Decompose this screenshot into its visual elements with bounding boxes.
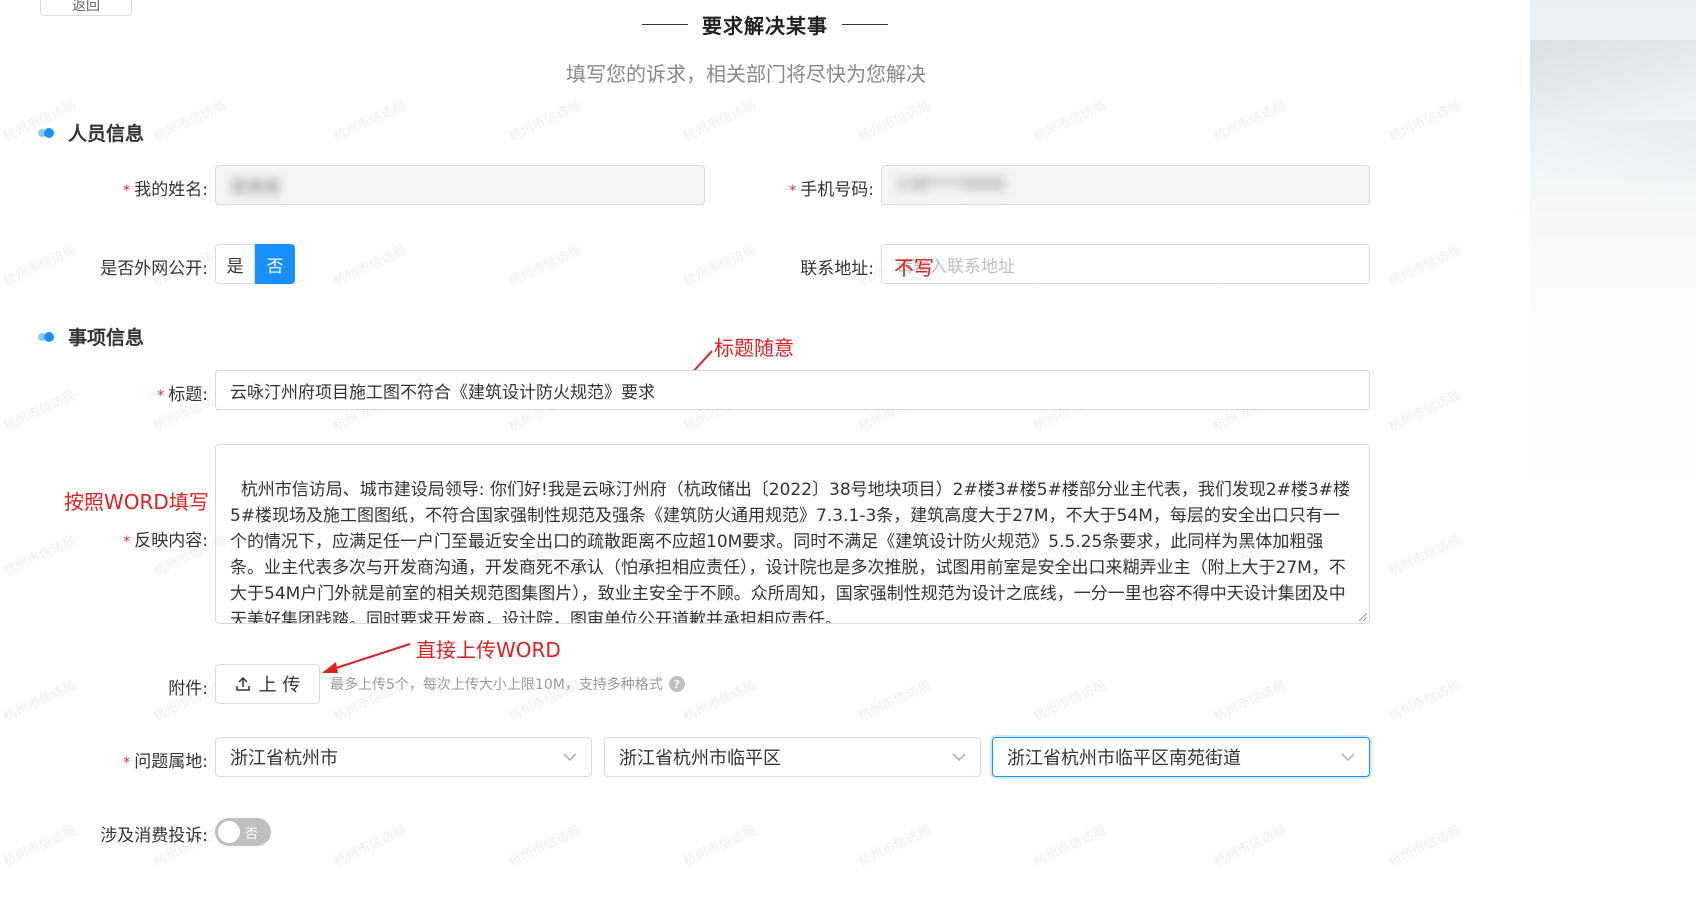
location-district-select[interactable]: 浙江省杭州市临平区 (604, 737, 981, 777)
watermark-text: 杭州市信访局 (1211, 823, 1289, 870)
watermark-text: 杭州市信访局 (1386, 678, 1464, 725)
watermark-text: 杭州市信访局 (681, 98, 759, 145)
annotation-arrow-upload (322, 643, 411, 673)
phone-value: 138****0000 (896, 175, 1006, 195)
annotation-title-note: 标题随意 (714, 336, 794, 360)
watermark-text: 杭州市信访局 (1031, 823, 1109, 870)
watermark-text: 杭州市信访局 (1386, 533, 1464, 580)
location-district-value: 浙江省杭州市临平区 (619, 748, 781, 769)
watermark-text: 杭州市信访局 (1211, 678, 1289, 725)
content-value: 杭州市信访局、城市建设局领导: 你们好!我是云咏汀州府（杭政储出〔2022〕38… (230, 480, 1350, 624)
annotation-address-note: 不写 (894, 256, 934, 280)
title-right-line (842, 23, 888, 25)
chevron-down-icon (563, 753, 577, 762)
annotation-content-note: 按照WORD填写 (64, 490, 209, 514)
upload-icon (235, 676, 250, 691)
location-city-select[interactable]: 浙江省杭州市 (215, 737, 592, 777)
required-marker: * (789, 183, 797, 199)
location-city-value: 浙江省杭州市 (230, 748, 338, 769)
title-value: 云咏汀州府项目施工图不符合《建筑设计防火规范》要求 (230, 382, 655, 403)
watermark-text: 杭州市信访局 (856, 678, 934, 725)
decorative-background-strip (1530, 0, 1696, 919)
section-matter-info: 事项信息 (38, 323, 144, 350)
name-label-text: 我的姓名: (134, 180, 208, 200)
watermark-text: 杭州市信访局 (681, 678, 759, 725)
title-label-text: 标题: (168, 385, 208, 405)
watermark-text: 杭州市信访局 (1386, 243, 1464, 290)
attachment-label: 附件: (168, 679, 208, 699)
watermark-text: 杭州市信访局 (331, 823, 409, 870)
required-marker: * (123, 183, 131, 199)
required-marker: * (123, 755, 131, 771)
content-label: * 反映内容: (8, 526, 208, 551)
annotation-upload-note: 直接上传WORD (416, 638, 561, 662)
section-personal-info: 人员信息 (38, 119, 144, 146)
location-label: * 问题属地: (8, 747, 208, 772)
name-field[interactable]: 某某某 (215, 165, 705, 205)
location-label-text: 问题属地: (134, 752, 208, 772)
phone-label-text: 手机号码: (800, 180, 874, 200)
section-title: 人员信息 (68, 123, 145, 145)
title-input[interactable]: 云咏汀州府项目施工图不符合《建筑设计防火规范》要求 (215, 370, 1370, 410)
watermark-text: 杭州市信访局 (506, 823, 584, 870)
back-button[interactable]: 返回 (40, 0, 132, 16)
upload-button-label: 上 传 (258, 675, 301, 696)
public-label: 是否外网公开: (100, 259, 208, 279)
watermark-text: 杭州市信访局 (1211, 98, 1289, 145)
public-segmented-control: 是 否 (215, 244, 295, 284)
required-marker: * (123, 534, 131, 550)
name-value: 某某某 (230, 177, 281, 198)
consumer-switch[interactable]: 否 (215, 818, 271, 846)
page-title-row: 要求解决某事 (636, 8, 894, 40)
location-street-select[interactable]: 浙江省杭州市临平区南苑街道 (992, 737, 1370, 777)
watermark-text: 杭州市信访局 (1386, 98, 1464, 145)
page-title: 要求解决某事 (702, 13, 828, 38)
public-option-yes[interactable]: 是 (215, 244, 255, 284)
section-dot-icon (38, 331, 58, 343)
phone-label: * 手机号码: (674, 175, 874, 200)
chevron-down-icon (952, 753, 966, 762)
upload-button[interactable]: 上 传 (215, 664, 320, 704)
address-input[interactable]: 请输入联系地址 (881, 244, 1370, 284)
address-label: 联系地址: (800, 259, 874, 279)
watermark-text: 杭州市信访局 (681, 823, 759, 870)
watermark-text: 杭州市信访局 (856, 98, 934, 145)
title-label: * 标题: (8, 380, 208, 405)
help-icon[interactable]: ? (668, 676, 685, 692)
watermark-text: 杭州市信访局 (856, 823, 934, 870)
page-subtitle: 填写您的诉求，相关部门将尽快为您解决 (566, 62, 926, 86)
watermark-text: 杭州市信访局 (331, 98, 409, 145)
content-label-text: 反映内容: (134, 531, 208, 551)
section-dot-icon (38, 127, 58, 139)
name-label: * 我的姓名: (8, 175, 208, 200)
watermark-text: 杭州市信访局 (151, 98, 229, 145)
consumer-label: 涉及消费投诉: (100, 826, 208, 846)
chevron-down-icon (1341, 753, 1355, 762)
switch-knob (218, 821, 240, 843)
switch-text: 否 (245, 827, 259, 842)
watermark-text: 杭州市信访局 (1386, 388, 1464, 435)
title-left-line (642, 23, 688, 25)
watermark-text: 杭州市信访局 (506, 243, 584, 290)
content-textarea[interactable]: 杭州市信访局、城市建设局领导: 你们好!我是云咏汀州府（杭政储出〔2022〕38… (215, 444, 1370, 624)
public-option-no[interactable]: 否 (255, 244, 295, 284)
watermark-text: 杭州市信访局 (1386, 823, 1464, 870)
watermark-text: 杭州市信访局 (1031, 678, 1109, 725)
watermark-text: 杭州市信访局 (1031, 98, 1109, 145)
watermark-text: 杭州市信访局 (506, 98, 584, 145)
watermark-text: 杭州市信访局 (331, 243, 409, 290)
required-marker: * (157, 388, 165, 404)
phone-field[interactable]: 138****0000 (881, 165, 1370, 205)
location-street-value: 浙江省杭州市临平区南苑街道 (1007, 748, 1241, 769)
section-title: 事项信息 (68, 327, 145, 349)
resize-handle-icon[interactable] (1359, 613, 1367, 621)
